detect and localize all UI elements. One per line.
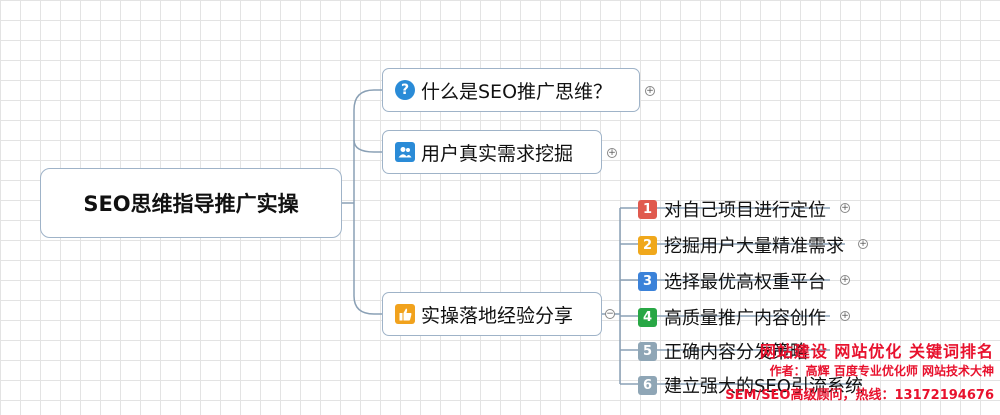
expand-toggle-icon[interactable]: + xyxy=(840,275,850,285)
number-badge: 3 xyxy=(638,271,657,291)
watermark-hotline: SEM/SEO高级顾问，热线：13172194676 xyxy=(725,388,994,403)
branch-user-needs[interactable]: 用户真实需求挖掘 xyxy=(382,130,602,174)
watermark-author: 作者：高辉 百度专业优化师 网站技术大神 xyxy=(769,364,994,378)
number-badge: 2 xyxy=(638,235,657,255)
number-badge: 5 xyxy=(638,341,657,361)
watermark-services: 网站建设 网站优化 关键词排名 xyxy=(759,342,994,361)
root-label: SEO思维指导推广实操 xyxy=(83,192,299,216)
leaf-item-3[interactable]: 3 选择最优高权重平台 xyxy=(622,264,832,298)
expand-toggle-icon[interactable]: + xyxy=(645,86,655,96)
thumbs-up-icon xyxy=(395,304,415,324)
branch-practice-sharing[interactable]: 实操落地经验分享 xyxy=(382,292,602,336)
leaf-label: 选择最优高权重平台 xyxy=(664,272,826,293)
root-node[interactable]: SEO思维指导推广实操 xyxy=(40,168,342,238)
collapse-toggle-icon[interactable]: − xyxy=(605,309,615,319)
users-icon xyxy=(395,142,415,162)
branch-seo-thinking[interactable]: ? 什么是SEO推广思维？ xyxy=(382,68,640,112)
leaf-item-2[interactable]: 2 挖掘用户大量精准需求 xyxy=(622,228,847,262)
leaf-label: 对自己项目进行定位 xyxy=(664,200,826,221)
branch-label: 实操落地经验分享 xyxy=(421,304,574,327)
expand-toggle-icon[interactable]: + xyxy=(840,311,850,321)
number-badge: 1 xyxy=(638,199,657,219)
leaf-label: 高质量推广内容创作 xyxy=(664,308,826,329)
expand-toggle-icon[interactable]: + xyxy=(858,239,868,249)
expand-toggle-icon[interactable]: + xyxy=(840,203,850,213)
number-badge: 6 xyxy=(638,375,657,395)
branch-label: 什么是SEO推广思维？ xyxy=(421,80,613,103)
leaf-item-4[interactable]: 4 高质量推广内容创作 xyxy=(622,300,832,334)
question-icon: ? xyxy=(395,80,415,100)
number-badge: 4 xyxy=(638,307,657,327)
expand-toggle-icon[interactable]: + xyxy=(607,148,617,158)
leaf-label: 挖掘用户大量精准需求 xyxy=(664,236,844,257)
leaf-item-1[interactable]: 1 对自己项目进行定位 xyxy=(622,192,832,226)
branch-label: 用户真实需求挖掘 xyxy=(421,142,574,165)
